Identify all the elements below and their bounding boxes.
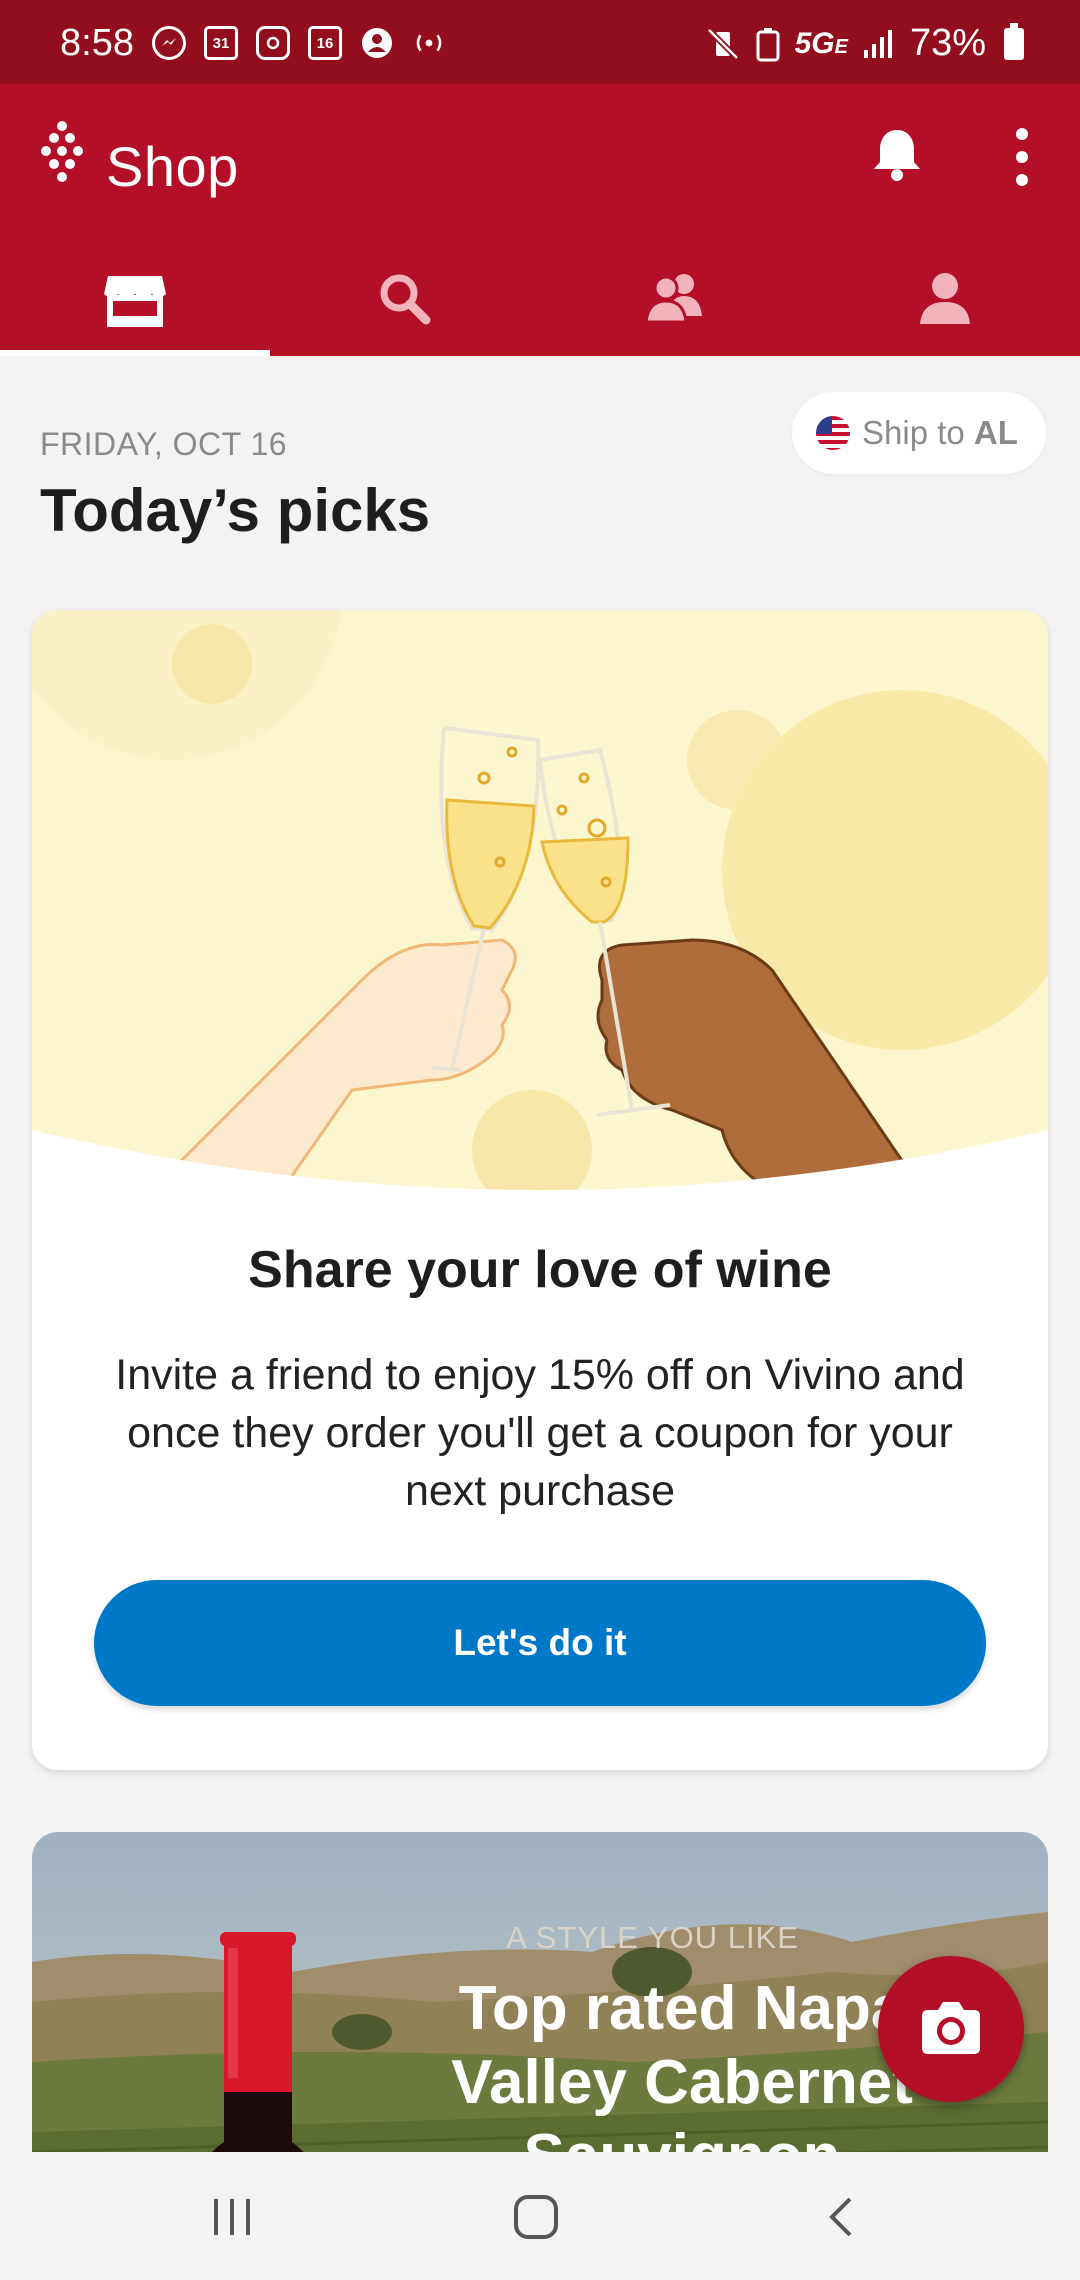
messenger-icon — [152, 26, 186, 60]
calendar-icon-2: 16 — [308, 26, 342, 60]
network-type: 5GE — [794, 26, 848, 60]
scan-label-button[interactable] — [878, 1956, 1024, 2102]
vivino-logo-icon — [41, 121, 83, 182]
lets-do-it-button[interactable]: Let's do it — [94, 1580, 986, 1706]
invite-title: Share your love of wine — [248, 1241, 832, 1299]
tab-search[interactable] — [270, 248, 540, 356]
system-nav-bar — [0, 2152, 1080, 2280]
search-icon — [380, 274, 431, 325]
style-eyebrow: A STYLE YOU LIKE — [506, 1920, 799, 1955]
instagram-icon — [256, 26, 290, 60]
status-time: 8:58 — [60, 22, 134, 64]
calendar-icon: 31 — [204, 26, 238, 60]
tab-community[interactable] — [540, 248, 810, 356]
home-button[interactable] — [496, 2182, 576, 2252]
notification-icons: 31 16 — [152, 26, 446, 60]
ship-to-label: Ship to AL — [862, 414, 1018, 451]
back-button[interactable] — [800, 2182, 880, 2252]
ship-to-button[interactable]: Ship to AL — [792, 392, 1046, 474]
camera-icon — [922, 2002, 980, 2054]
hotspot-icon — [412, 26, 446, 60]
battery-level: 73% — [909, 22, 986, 64]
store-icon — [104, 276, 166, 327]
back-icon — [829, 2197, 852, 2237]
home-icon — [514, 2195, 558, 2239]
invite-body: Invite a friend to enjoy 15% off on Vivi… — [115, 1351, 965, 1515]
date-label: FRIDAY, OCT 16 — [40, 426, 288, 462]
section-title: Today’s picks — [40, 477, 431, 544]
account-icon — [360, 26, 394, 60]
toast-illustration — [32, 610, 1048, 1190]
signal-icon — [863, 29, 892, 58]
system-status: 5GE 73% — [705, 22, 1024, 65]
tab-shop[interactable] — [0, 248, 270, 356]
battery-saver-icon — [756, 27, 780, 61]
page-title-shop: Shop — [106, 135, 239, 198]
vibrate-mute-icon — [706, 27, 739, 60]
us-flag-icon — [816, 416, 850, 450]
community-icon — [644, 274, 702, 324]
invite-card: Share your love of wine Invite a friend … — [32, 610, 1048, 1770]
app-bar: Shop — [0, 84, 1080, 356]
profile-icon — [920, 273, 970, 324]
tab-profile[interactable] — [810, 248, 1080, 356]
more-options-icon[interactable] — [1000, 124, 1044, 190]
status-bar: 8:58 31 16 5GE 73% — [0, 0, 1080, 84]
bell-icon[interactable] — [866, 124, 928, 186]
main-tabs — [0, 248, 1080, 356]
recents-button[interactable] — [192, 2182, 272, 2252]
battery-icon — [1004, 22, 1024, 60]
recents-icon — [214, 2199, 250, 2235]
